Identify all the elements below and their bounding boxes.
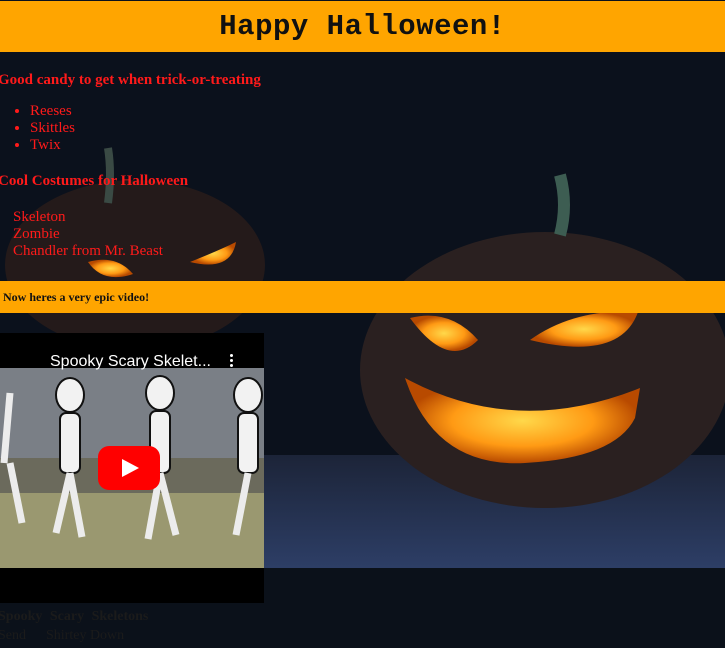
list-item: Zombie	[13, 226, 60, 242]
caption-left: Send	[0, 628, 26, 643]
list-item: Skittles	[30, 120, 75, 137]
candy-list: Reeses Skittles Twix	[12, 103, 75, 154]
video-intro-bar: Now heres a very epic video!	[0, 281, 725, 313]
list-item: Chandler from Mr. Beast	[13, 243, 163, 259]
costumes-list: Skeleton Zombie Chandler from Mr. Beast	[13, 209, 163, 260]
play-icon[interactable]	[98, 446, 160, 490]
list-item: Twix	[30, 137, 75, 154]
video-title[interactable]: Spooky Scary Skelet...	[50, 353, 211, 371]
pumpkin-left	[5, 180, 265, 350]
video-caption-title: Spooky Scary Skeletons	[0, 609, 149, 624]
candy-heading: Good candy to get when trick-or-treating	[0, 72, 261, 88]
video-caption-sub: Send Shirtey Down	[0, 628, 124, 644]
caption-right: Shirtey Down	[46, 628, 125, 643]
list-item: Reeses	[30, 103, 75, 120]
pumpkin-right	[360, 232, 725, 508]
page-title: Happy Halloween!	[219, 10, 506, 43]
more-vertical-icon[interactable]	[226, 352, 236, 372]
list-item: Skeleton	[13, 209, 66, 225]
video-intro-text: Now heres a very epic video!	[3, 289, 150, 304]
costumes-heading: Cool Costumes for Halloween	[0, 173, 189, 189]
header-banner: Happy Halloween!	[0, 1, 725, 52]
